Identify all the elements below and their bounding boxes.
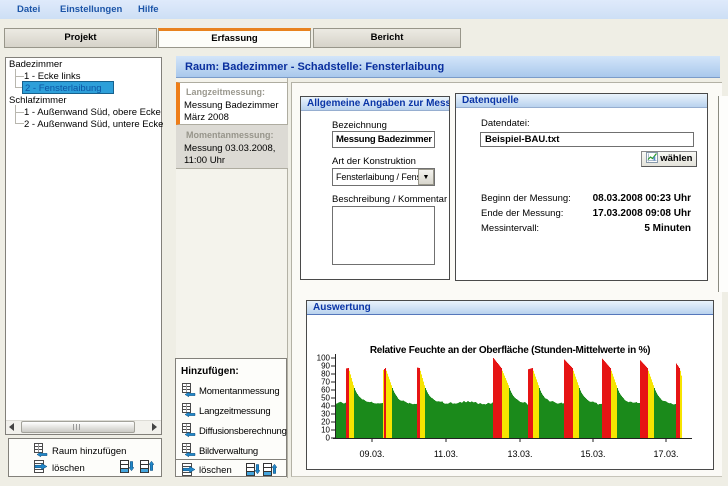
svg-text:17.03.: 17.03. [653, 449, 678, 459]
svg-text:11.03.: 11.03. [434, 449, 458, 459]
svg-text:0: 0 [326, 434, 331, 443]
svg-text:13.03.: 13.03. [507, 449, 532, 459]
svg-text:15.03.: 15.03. [580, 449, 605, 459]
svg-text:09.03.: 09.03. [359, 449, 384, 459]
svg-text:Relative Feuchte an der Oberfl: Relative Feuchte an der Oberfläche (Stun… [370, 345, 650, 356]
